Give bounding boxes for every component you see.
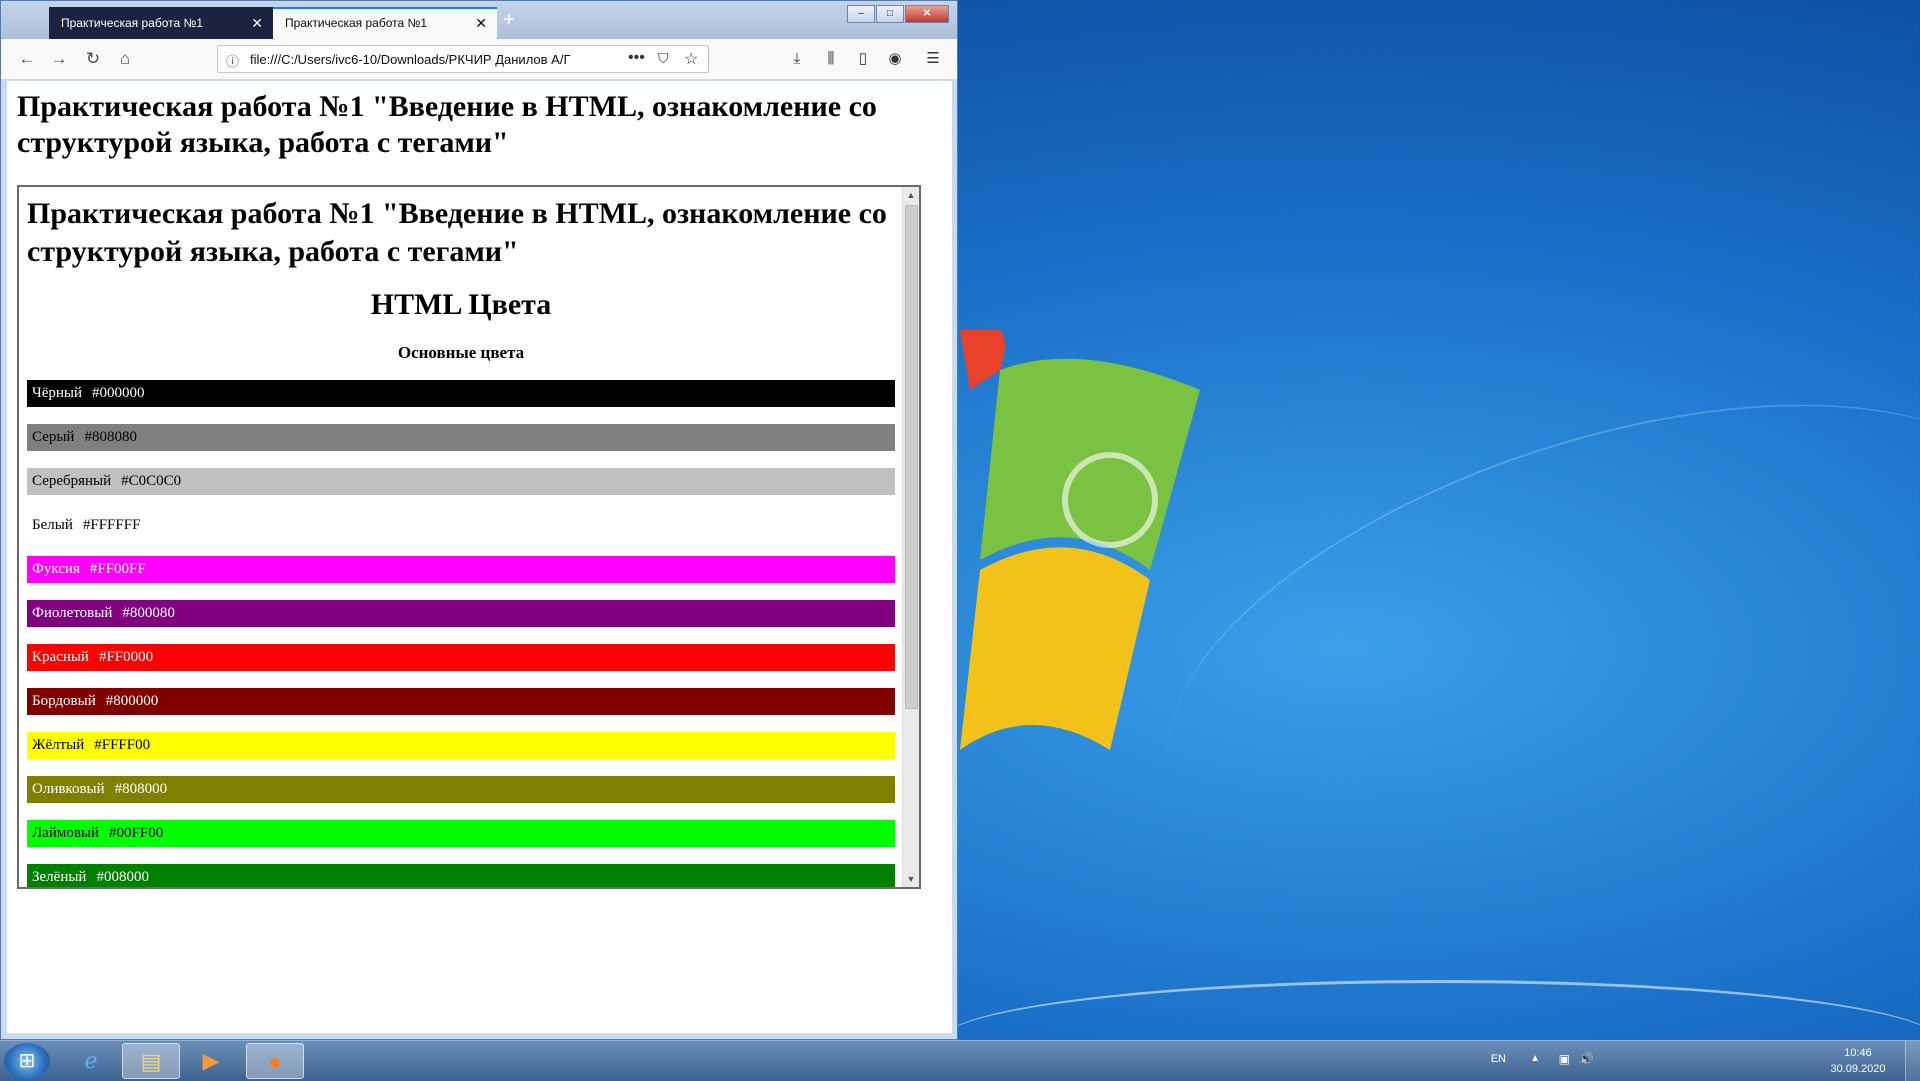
maximize-button[interactable]: □	[876, 5, 904, 23]
tab-inactive[interactable]: Практическая работа №1 ✕	[49, 7, 273, 39]
color-name: Серый	[32, 429, 75, 445]
tab-bar: Практическая работа №1 ✕ Практическая ра…	[1, 1, 957, 39]
account-icon[interactable]: ◉	[883, 47, 907, 71]
frame-scrollbar[interactable]: ▲ ▼	[902, 187, 919, 887]
system-tray: EN ▲ ▣ 🔊 10:46 30.09.2020	[1440, 1041, 1920, 1081]
color-swatch: Фуксия #FF00FF	[27, 556, 895, 583]
color-name: Фиолетовый	[32, 605, 113, 621]
scroll-up-arrow-icon[interactable]: ▲	[903, 187, 919, 203]
close-tab-icon[interactable]: ✕	[251, 7, 263, 39]
color-hex: #FFFFFF	[82, 517, 141, 533]
color-hex: #800080	[122, 605, 175, 621]
download-icon[interactable]: ⤓	[785, 47, 809, 71]
info-icon[interactable]: ⓘ	[226, 51, 239, 70]
home-icon[interactable]: ⌂	[113, 47, 137, 71]
color-hex: #FFFF00	[94, 737, 151, 753]
color-hex: #808080	[84, 429, 137, 445]
scroll-down-arrow-icon[interactable]: ▼	[903, 871, 919, 887]
close-tab-icon[interactable]: ✕	[475, 9, 487, 37]
back-arrow-icon[interactable]: ←	[15, 47, 39, 71]
color-swatch: Жёлтый #FFFF00	[27, 732, 895, 759]
window-controls: – □ ✕	[846, 5, 949, 23]
color-swatch: Чёрный #000000	[27, 380, 895, 407]
color-name: Чёрный	[32, 385, 83, 401]
taskbar: ⊞ ℯ ▤ ▶ ● EN ▲ ▣ 🔊 10:46 30.09.2020	[0, 1040, 1920, 1081]
wallpaper-swoosh	[1109, 310, 1920, 972]
file-explorer-icon[interactable]: ▤	[122, 1043, 180, 1079]
internet-explorer-icon[interactable]: ℯ	[62, 1043, 120, 1079]
color-swatch: Бордовый #800000	[27, 688, 895, 715]
minimize-button[interactable]: –	[847, 5, 875, 23]
firefox-icon[interactable]: ●	[246, 1043, 304, 1079]
color-swatch: Оливковый #808000	[27, 776, 895, 803]
pocket-icon[interactable]: ⛉	[658, 50, 669, 67]
tab-label: Практическая работа №1	[61, 16, 204, 30]
network-icon[interactable]: ▣	[1559, 1052, 1570, 1066]
color-name: Серебряный	[32, 473, 112, 489]
clock[interactable]: 10:46 30.09.2020	[1818, 1045, 1898, 1077]
page-content: Практическая работа №1 "Введение в HTML,…	[7, 81, 952, 1033]
color-name: Лаймовый	[32, 825, 100, 841]
color-name: Зелёный	[32, 869, 87, 885]
url-text: file:///C:/Users/ivc6-10/Downloads/РКЧИР…	[250, 52, 571, 67]
color-name: Бордовый	[32, 693, 96, 709]
start-button[interactable]: ⊞	[4, 1043, 50, 1079]
color-swatch: Лаймовый #00FF00	[27, 820, 895, 847]
color-swatch: Белый #FFFFFF	[27, 512, 895, 539]
close-window-button[interactable]: ✕	[905, 5, 949, 23]
color-swatch: Серебряный #C0C0C0	[27, 468, 895, 495]
color-swatch: Зелёный #008000	[27, 864, 895, 887]
color-hex: #008000	[96, 869, 149, 885]
clock-time: 10:46	[1844, 1047, 1872, 1059]
more-actions-icon[interactable]: •••	[628, 49, 645, 67]
color-name: Красный	[32, 649, 89, 665]
color-swatch: Красный #FF0000	[27, 644, 895, 671]
color-hex: #000000	[92, 385, 145, 401]
color-swatch: Серый #808080	[27, 424, 895, 451]
volume-icon[interactable]: 🔊	[1579, 1052, 1594, 1066]
color-hex: #FF0000	[98, 649, 154, 665]
color-hex: #FF00FF	[89, 561, 146, 577]
frame-document: Практическая работа №1 "Введение в HTML,…	[27, 187, 895, 887]
color-hex: #00FF00	[109, 825, 164, 841]
colors-heading: HTML Цвета	[370, 288, 552, 321]
color-swatch-list: Чёрный #000000 Серый #808080 Серебряный #C0C0…	[27, 380, 895, 887]
show-hidden-icons-icon[interactable]: ▲	[1530, 1053, 1540, 1064]
sidebar-icon[interactable]: ▯	[851, 47, 875, 71]
language-indicator[interactable]: EN	[1491, 1053, 1506, 1065]
color-hex: #C0C0C0	[121, 473, 182, 489]
media-player-icon[interactable]: ▶	[182, 1043, 240, 1079]
navigation-toolbar: ← → ↻ ⌂ ⓘ file:///C:/Users/ivc6-10/Downl…	[1, 39, 957, 80]
forward-arrow-icon[interactable]: →	[47, 47, 71, 71]
browser-window: Практическая работа №1 ✕ Практическая ра…	[0, 0, 958, 1040]
bookmark-star-icon[interactable]: ☆	[684, 49, 698, 69]
reload-icon[interactable]: ↻	[81, 47, 105, 71]
menu-icon[interactable]: ☰	[921, 47, 945, 71]
tab-active[interactable]: Практическая работа №1 ✕	[273, 7, 497, 39]
color-hex: #808000	[114, 781, 168, 797]
clock-date: 30.09.2020	[1830, 1063, 1886, 1075]
new-tab-button[interactable]: +	[503, 9, 515, 32]
embedded-frame[interactable]: Практическая работа №1 "Введение в HTML,…	[17, 185, 921, 889]
page-title: Практическая работа №1 "Введение в HTML,…	[17, 90, 877, 159]
color-name: Фуксия	[32, 561, 80, 577]
tab-label: Практическая работа №1	[285, 16, 428, 30]
color-hex: #800000	[105, 693, 159, 709]
color-name: Жёлтый	[32, 737, 85, 753]
color-swatch: Фиолетовый #800080	[27, 600, 895, 627]
color-name: Оливковый	[32, 781, 105, 797]
show-desktop-button[interactable]	[1905, 1041, 1920, 1081]
address-bar[interactable]: ⓘ file:///C:/Users/ivc6-10/Downloads/РКЧ…	[217, 45, 709, 73]
library-icon[interactable]: ⫼	[819, 47, 843, 71]
scroll-thumb[interactable]	[905, 205, 918, 709]
basic-colors-subheading: Основные цвета	[397, 343, 525, 362]
color-name: Белый	[32, 517, 73, 533]
wallpaper-swoosh	[940, 980, 1920, 1040]
frame-title: Практическая работа №1 "Введение в HTML,…	[27, 197, 887, 268]
